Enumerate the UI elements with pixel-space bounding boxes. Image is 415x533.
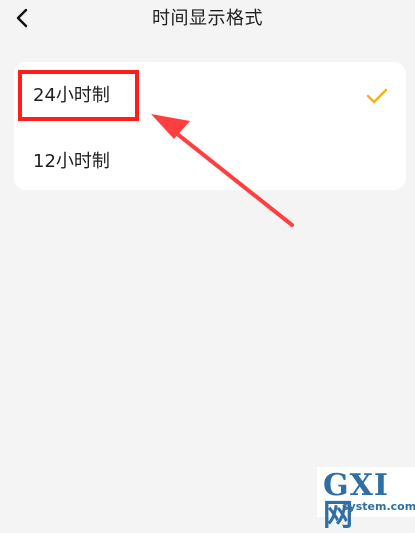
- option-24-hour[interactable]: 24小时制: [14, 62, 406, 126]
- top-app-bar: 时间显示格式: [0, 0, 415, 40]
- page-title: 时间显示格式: [152, 8, 263, 29]
- watermark-logo: GXI网 system.com: [317, 467, 415, 531]
- check-icon: [366, 88, 388, 104]
- option-24-hour-label: 24小时制: [33, 85, 110, 106]
- option-12-hour-label: 12小时制: [33, 151, 110, 172]
- watermark-sub-text: system.com: [342, 500, 415, 513]
- time-format-options-card: 24小时制 12小时制: [14, 62, 406, 190]
- option-12-hour[interactable]: 12小时制: [14, 126, 406, 190]
